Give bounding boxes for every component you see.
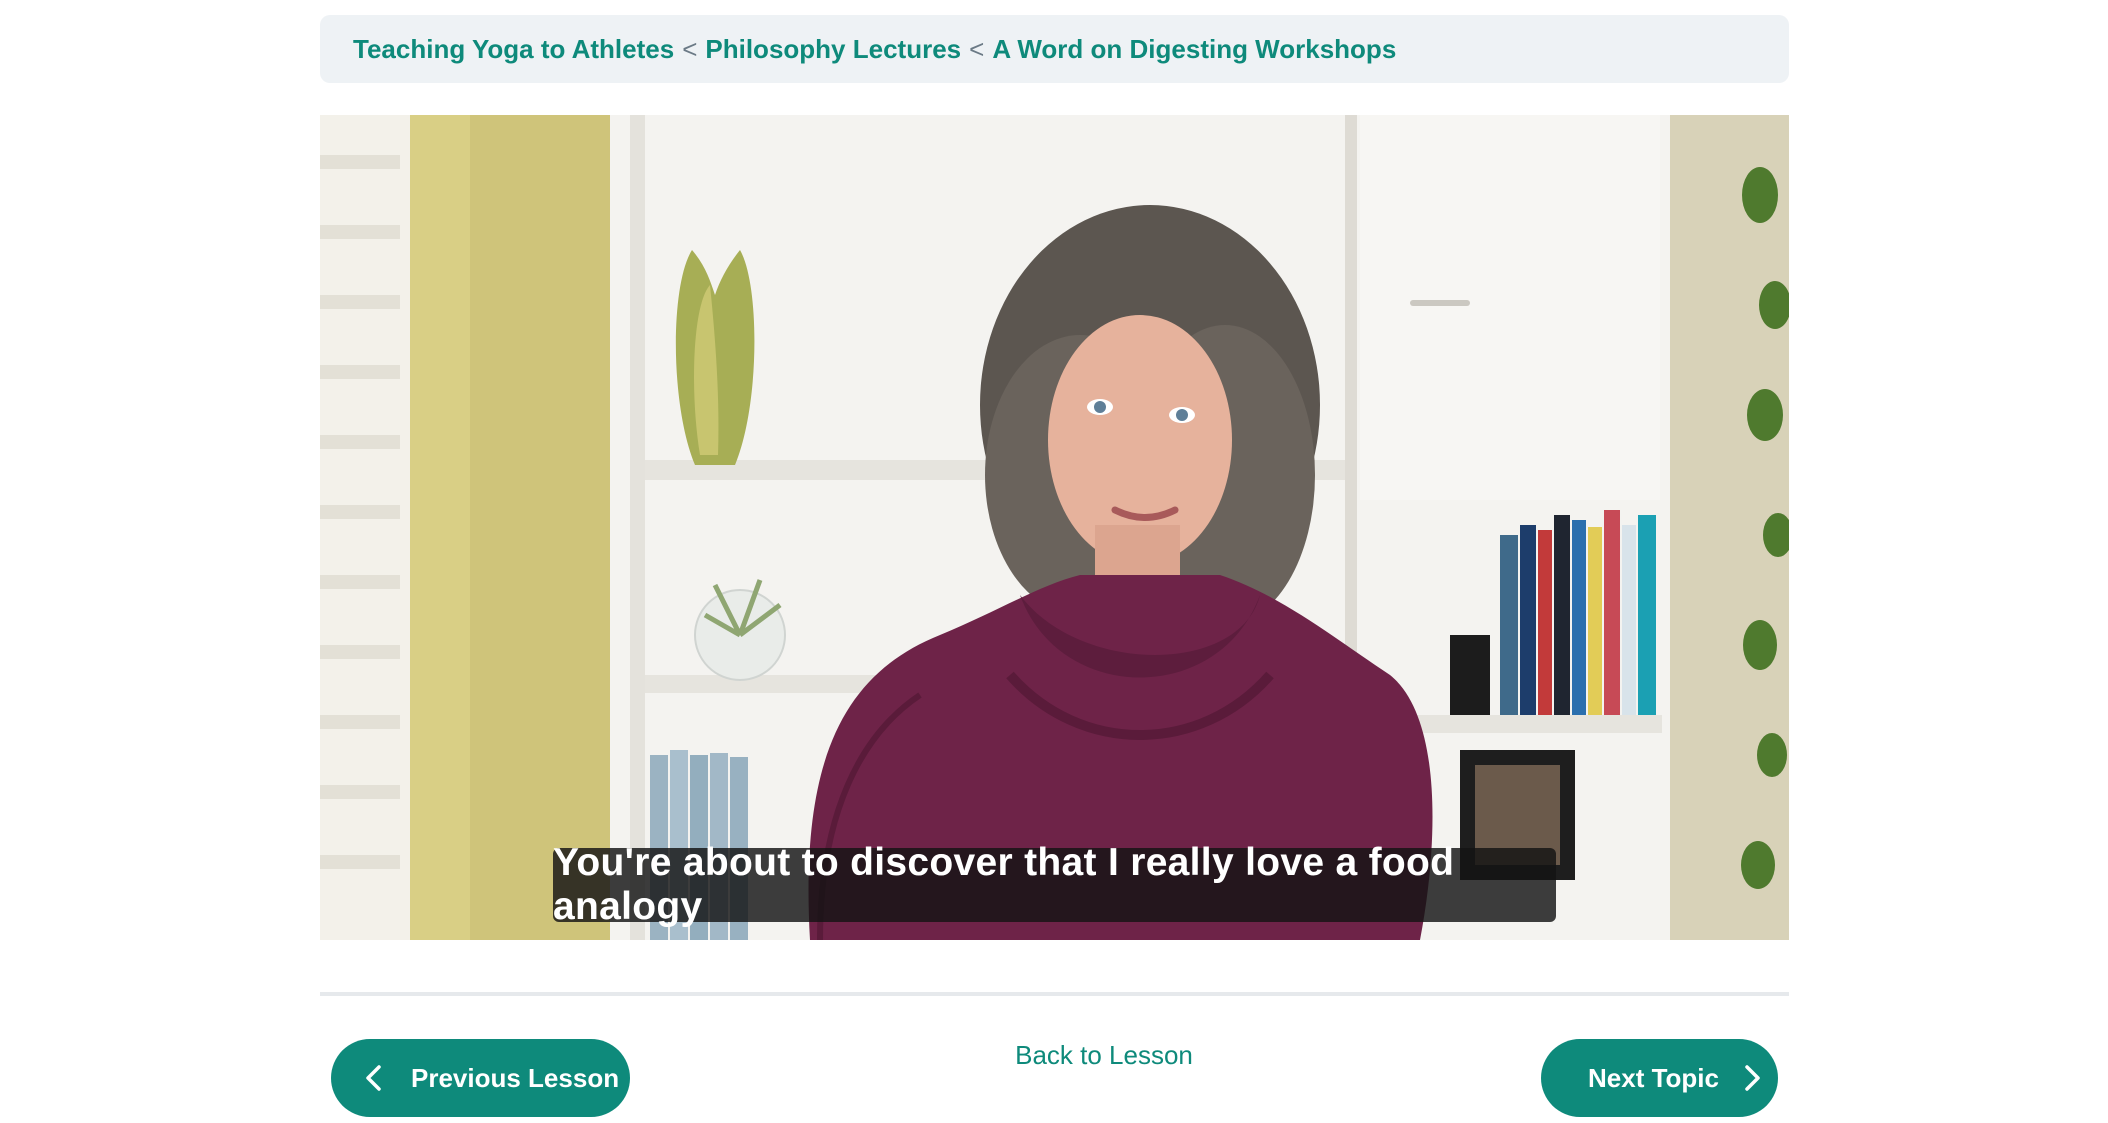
lesson-content: Teaching Yoga to Athletes < Philosophy L… [320,0,1789,1123]
breadcrumb-separator: < [969,33,985,64]
breadcrumb-separator: < [682,33,698,64]
next-topic-label: Next Topic [1588,1062,1719,1093]
back-to-lesson-link[interactable]: Back to Lesson [1004,1040,1204,1071]
breadcrumb: Teaching Yoga to Athletes < Philosophy L… [320,15,1789,83]
breadcrumb-topic[interactable]: A Word on Digesting Workshops [992,34,1396,65]
breadcrumb-course[interactable]: Teaching Yoga to Athletes [353,34,674,65]
chevron-left-icon [366,1065,381,1091]
previous-lesson-label: Previous Lesson [411,1062,620,1093]
chevron-right-icon [1745,1065,1760,1091]
divider [320,992,1789,996]
next-topic-button[interactable]: Next Topic [1541,1039,1778,1117]
video-caption: You're about to discover that I really l… [553,841,1556,928]
video-frame [320,115,1789,940]
breadcrumb-lesson[interactable]: Philosophy Lectures [705,34,961,65]
previous-lesson-button[interactable]: Previous Lesson [331,1039,630,1117]
video-player[interactable]: You're about to discover that I really l… [320,115,1789,940]
